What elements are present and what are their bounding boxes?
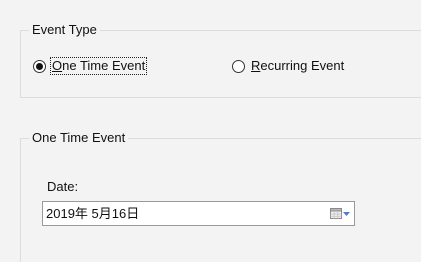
one-time-event-label-rest: ne Time Event (62, 58, 146, 73)
one-time-event-label: One Time Event (49, 57, 148, 75)
calendar-icon (330, 208, 342, 219)
date-label: Date: (47, 179, 79, 194)
one-time-event-mnemonic: O (52, 58, 63, 73)
date-picker[interactable]: 2019年 5月16日 (42, 201, 355, 226)
recurring-event-radio[interactable]: Recurring Event (232, 58, 345, 74)
date-value[interactable]: 2019年 5月16日 (43, 206, 326, 222)
event-settings-panel: Event Type One Time Event Recurring Even… (0, 0, 421, 262)
recurring-event-label-rest: ecurring Event (260, 58, 345, 73)
one-time-event-group: One Time Event Date: 2019年 5月16日 (20, 129, 421, 262)
event-type-legend: Event Type (29, 21, 100, 39)
recurring-event-label: Recurring Event (250, 58, 345, 74)
calendar-dropdown-button[interactable] (326, 202, 354, 225)
radio-checked-icon (33, 59, 46, 73)
one-time-event-radio[interactable]: One Time Event (33, 57, 148, 75)
one-time-event-legend: One Time Event (29, 129, 129, 147)
event-type-group: Event Type One Time Event Recurring Even… (20, 21, 421, 98)
chevron-down-icon (343, 211, 350, 216)
recurring-event-mnemonic: R (251, 58, 261, 73)
radio-unchecked-icon (232, 59, 245, 73)
